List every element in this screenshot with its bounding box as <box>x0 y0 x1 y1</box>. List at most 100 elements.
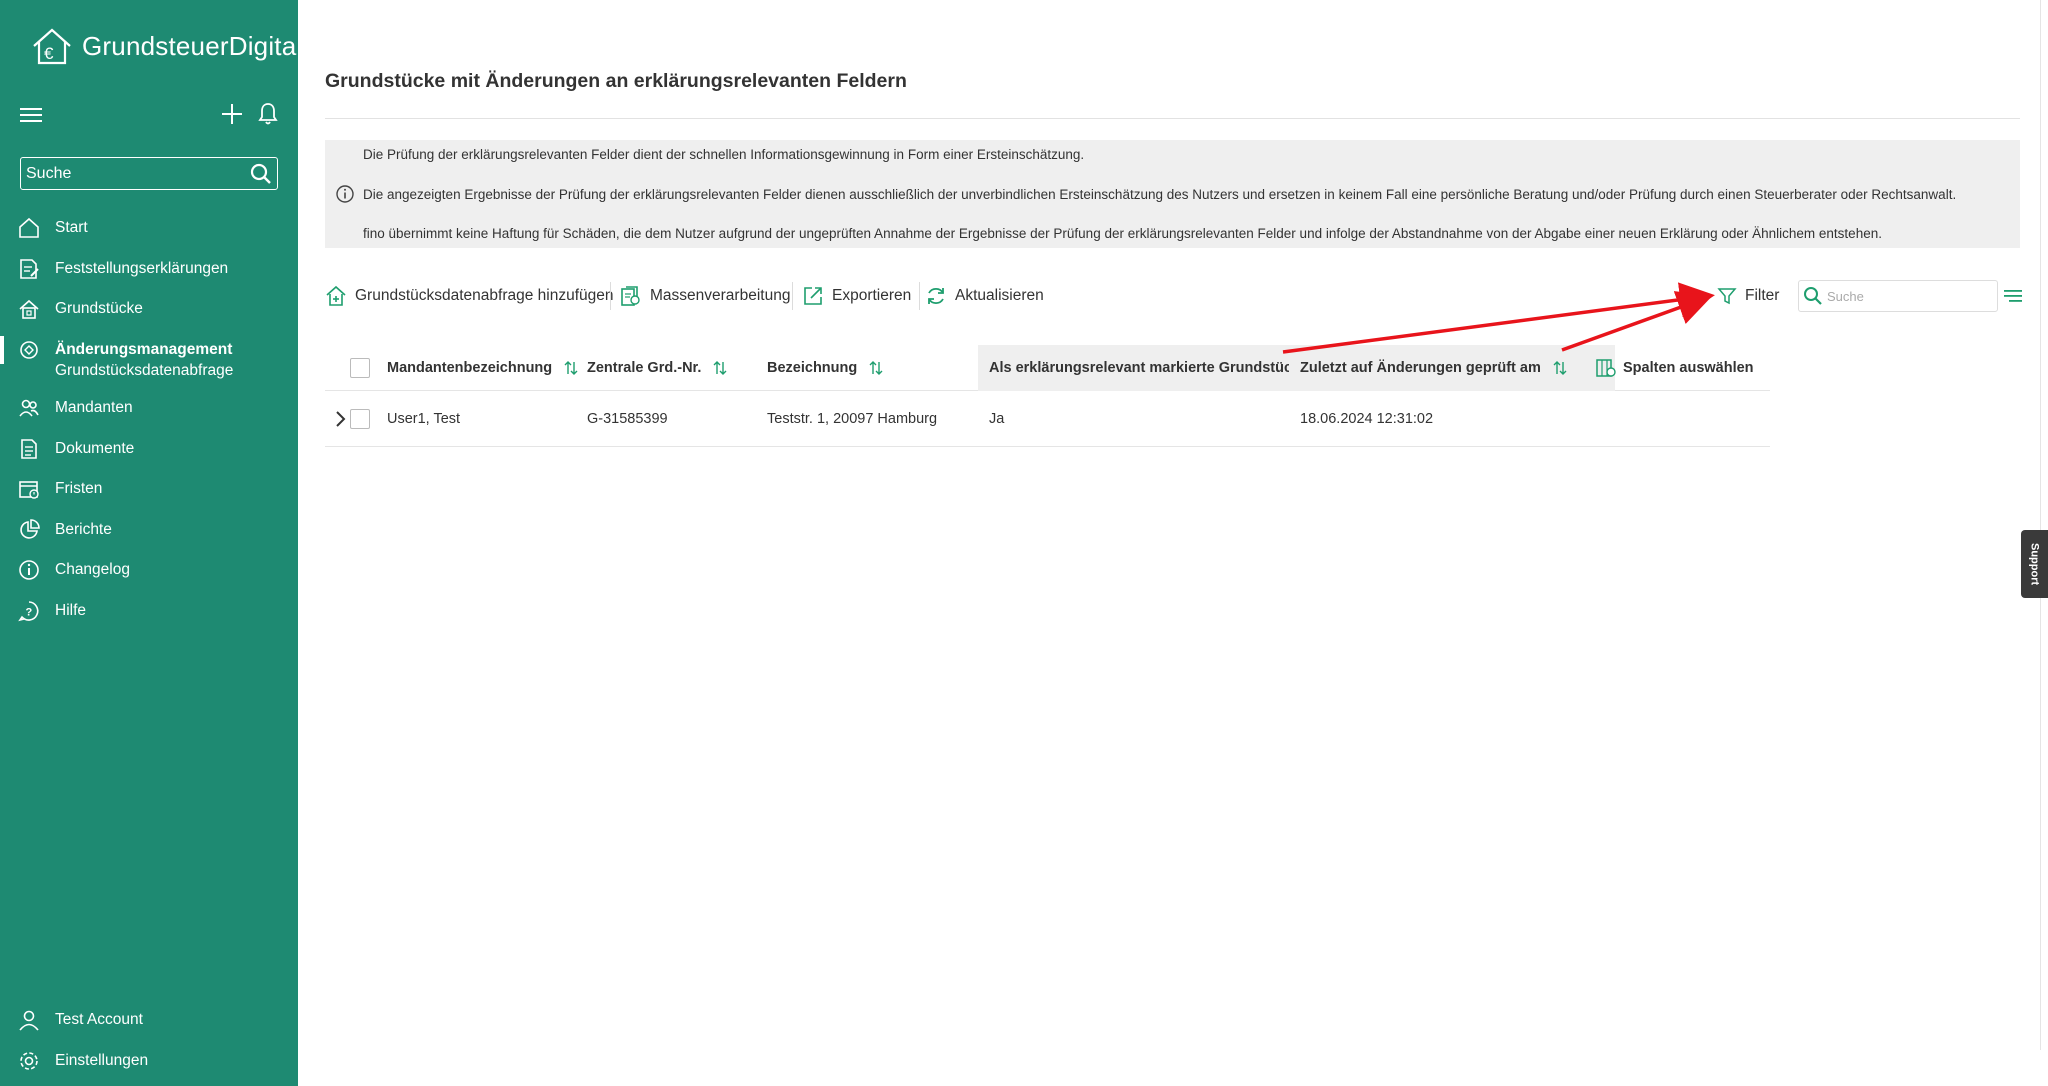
search-icon[interactable] <box>1803 286 1823 306</box>
sidebar-item-label: Changelog <box>55 561 130 579</box>
sidebar-item-test-account[interactable]: Test Account <box>0 1000 298 1041</box>
hamburger-menu-icon[interactable] <box>20 105 42 125</box>
info-notice: Die Prüfung der erklärungsrelevanten Fel… <box>325 140 2020 248</box>
columns-settings-icon <box>1596 359 1616 377</box>
sidebar-item-label: Test Account <box>55 1011 143 1029</box>
sidebar-item-aenderungsmanagement[interactable]: Änderungsmanagement <box>0 330 298 371</box>
users-icon <box>19 399 39 417</box>
column-header-last-checked[interactable]: Zuletzt auf Änderungen geprüft am <box>1289 345 1615 391</box>
cell-relevant-marked: Ja <box>989 411 1005 427</box>
choose-columns-label: Spalten auswählen <box>1623 360 1754 376</box>
data-table: Mandantenbezeichnung Zentrale Grd.-Nr. B… <box>325 345 1770 447</box>
sidebar: € GrundsteuerDigital Start Feststellungs… <box>0 0 302 1086</box>
page-title: Grundstücke mit Änderungen an erklärungs… <box>325 70 907 92</box>
svg-text:€: € <box>44 44 54 63</box>
sort-icon[interactable] <box>1553 360 1567 376</box>
main-content: Grundstücke mit Änderungen an erklärungs… <box>325 0 2023 1086</box>
filter-funnel-icon <box>1717 288 1737 305</box>
sort-icon[interactable] <box>869 360 883 376</box>
sidebar-item-label: Dokumente <box>55 439 135 457</box>
sidebar-nav: Start Feststellungserklärungen Grundstüc… <box>0 208 298 631</box>
add-data-query-label: Grundstücksdatenabfrage hinzufügen <box>355 287 614 304</box>
svg-text:?: ? <box>26 606 33 618</box>
app-name: GrundsteuerDigital <box>82 30 303 61</box>
sidebar-item-berichte[interactable]: Berichte <box>0 510 298 551</box>
sidebar-item-label: Fristen <box>55 480 103 498</box>
info-text-2: Die angezeigten Ergebnisse der Prüfung d… <box>363 187 1957 202</box>
table-header: Mandantenbezeichnung Zentrale Grd.-Nr. B… <box>325 345 1770 391</box>
sidebar-search <box>20 157 278 190</box>
sidebar-search-input[interactable] <box>26 164 250 183</box>
house-plus-icon <box>326 285 346 306</box>
gear-icon <box>20 1051 38 1070</box>
chevron-right-icon[interactable] <box>333 409 347 429</box>
bulk-processing-label: Massenverarbeitung <box>650 287 791 304</box>
table-search-input[interactable] <box>1827 288 1987 304</box>
filter-label: Filter <box>1745 287 1780 304</box>
house-euro-logo-icon: € <box>33 28 71 65</box>
change-management-icon <box>20 340 38 359</box>
app-logo[interactable]: € GrundsteuerDigital <box>30 26 302 66</box>
column-header-designation[interactable]: Bezeichnung <box>767 345 883 391</box>
info-circle-icon <box>336 185 354 203</box>
sidebar-bottom-nav: Test Account Einstellungen <box>0 1000 298 1081</box>
bulk-processing-button[interactable]: Massenverarbeitung <box>620 280 790 312</box>
sidebar-topbar <box>20 100 280 130</box>
sidebar-item-einstellungen[interactable]: Einstellungen <box>0 1041 298 1082</box>
sidebar-item-fristen[interactable]: Fristen <box>0 469 298 510</box>
toolbar-divider <box>919 282 920 310</box>
help-icon: ? <box>18 600 39 621</box>
sidebar-item-label: Grundstücke <box>55 300 143 318</box>
cell-client: User1, Test <box>387 411 461 427</box>
column-header-client[interactable]: Mandantenbezeichnung <box>387 345 578 391</box>
table-search <box>1798 280 1998 312</box>
column-header-label: Mandantenbezeichnung <box>387 360 553 376</box>
list-options-icon[interactable] <box>2003 286 2023 306</box>
document-edit-icon <box>20 258 39 279</box>
sidebar-item-dokumente[interactable]: Dokumente <box>0 429 298 470</box>
toolbar-divider <box>610 282 611 310</box>
cell-last-checked: 18.06.2024 12:31:02 <box>1300 411 1434 427</box>
row-checkbox[interactable] <box>350 409 370 429</box>
refresh-label: Aktualisieren <box>955 287 1044 304</box>
sidebar-item-grundstuecke[interactable]: Grundstücke <box>0 289 298 330</box>
cell-central-number: G-31585399 <box>587 411 668 427</box>
sort-icon[interactable] <box>713 360 727 376</box>
table-row[interactable]: User1, Test G-31585399 Teststr. 1, 20097… <box>325 391 1770 447</box>
choose-columns-button[interactable]: Spalten auswählen <box>1595 345 1754 391</box>
toolbar-divider <box>792 282 793 310</box>
user-icon <box>19 1010 39 1031</box>
sidebar-item-label: Berichte <box>55 520 112 538</box>
support-tab[interactable]: Support <box>2021 530 2048 598</box>
pie-chart-icon <box>20 518 40 539</box>
filter-button[interactable]: Filter <box>1717 280 1779 312</box>
bell-icon[interactable] <box>256 102 280 126</box>
info-text-1: Die Prüfung der erklärungsrelevanten Fel… <box>363 147 1085 162</box>
sidebar-item-hilfe[interactable]: ? Hilfe <box>0 591 298 632</box>
add-data-query-button[interactable]: Grundstücksdatenabfrage hinzufügen <box>325 280 614 312</box>
export-icon <box>804 287 822 305</box>
sidebar-item-changelog[interactable]: Changelog <box>0 550 298 591</box>
sidebar-item-mandanten[interactable]: Mandanten <box>0 388 298 429</box>
sidebar-item-label: Hilfe <box>55 601 87 619</box>
document-icon <box>21 438 37 459</box>
sidebar-item-feststellungserklaerungen[interactable]: Feststellungserklärungen <box>0 249 298 290</box>
property-icon <box>19 299 39 319</box>
refresh-icon <box>928 287 944 305</box>
column-header-central-number[interactable]: Zentrale Grd.-Nr. <box>587 345 727 391</box>
plus-icon[interactable] <box>220 102 244 126</box>
calendar-icon <box>19 481 39 499</box>
bulk-documents-icon <box>621 286 640 306</box>
sort-icon[interactable] <box>564 360 578 376</box>
search-icon[interactable] <box>250 163 272 185</box>
sidebar-item-label: Start <box>55 219 88 237</box>
toolbar: Grundstücksdatenabfrage hinzufügen Masse… <box>325 280 2023 312</box>
sidebar-item-start[interactable]: Start <box>0 208 298 249</box>
column-header-label: Zentrale Grd.-Nr. <box>587 360 702 376</box>
select-all-checkbox[interactable] <box>350 358 370 378</box>
refresh-button[interactable]: Aktualisieren <box>925 280 1044 312</box>
export-label: Exportieren <box>832 287 912 304</box>
export-button[interactable]: Exportieren <box>802 280 911 312</box>
info-text-3: fino übernimmt keine Haftung für Schäden… <box>363 226 1882 241</box>
sidebar-item-label: Änderungsmanagement <box>55 340 233 358</box>
